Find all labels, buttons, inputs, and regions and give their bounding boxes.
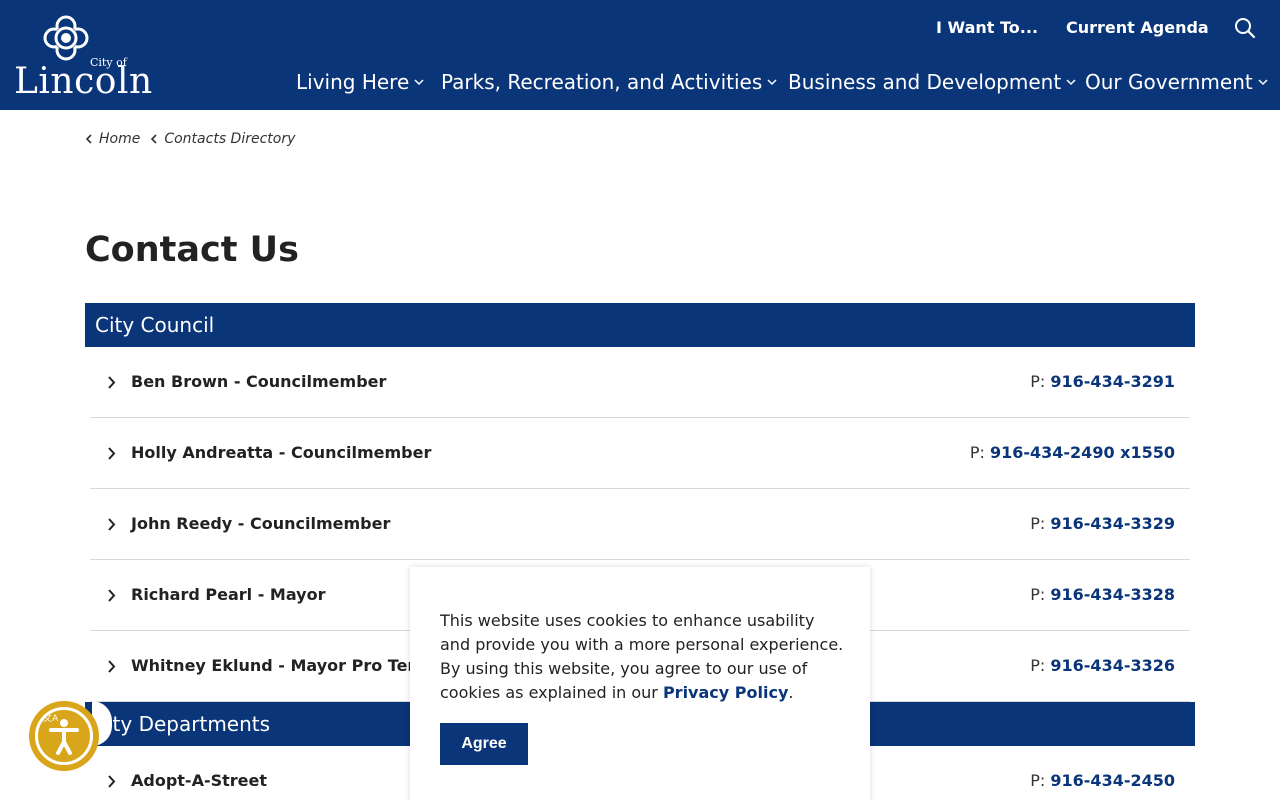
contact-phone: P: 916-434-3329	[1030, 514, 1175, 533]
phone-prefix: P:	[1030, 656, 1051, 675]
svg-text:文A: 文A	[43, 712, 59, 724]
contact-phone: P: 916-434-3328	[1030, 585, 1175, 604]
phone-prefix: P:	[969, 443, 990, 462]
phone-link[interactable]: 916-434-3326	[1050, 656, 1175, 675]
contact-phone: P: 916-434-3326	[1030, 656, 1175, 675]
current-agenda-link[interactable]: Current Agenda	[1066, 18, 1209, 37]
page-title: Contact Us	[85, 230, 299, 270]
phone-link[interactable]: 916-434-2450	[1050, 771, 1175, 790]
site-header: City of Lincoln I Want To... Current Age…	[0, 0, 1280, 110]
chevron-right-icon	[108, 376, 116, 389]
privacy-policy-link[interactable]: Privacy Policy	[663, 683, 788, 702]
cookie-consent-dialog: This website uses cookies to enhance usa…	[410, 567, 870, 800]
cookie-message: This website uses cookies to enhance usa…	[440, 609, 845, 705]
nav-business-development[interactable]: Business and Development	[788, 70, 1076, 94]
phone-prefix: P:	[1030, 585, 1051, 604]
accessibility-icon: 文A	[43, 712, 79, 755]
i-want-to-link[interactable]: I Want To...	[936, 18, 1038, 37]
nav-label: Living Here	[296, 70, 410, 94]
chevron-down-icon	[767, 79, 777, 86]
phone-link[interactable]: 916-434-3329	[1050, 514, 1175, 533]
chevron-right-icon	[108, 589, 116, 602]
nav-parks-recreation[interactable]: Parks, Recreation, and Activities	[441, 70, 777, 94]
nav-label: Our Government	[1085, 70, 1253, 94]
section-header-city-council: City Council	[85, 303, 1195, 347]
phone-link[interactable]: 916-434-2490 x1550	[990, 443, 1175, 462]
agree-button[interactable]: Agree	[440, 723, 528, 765]
phone-prefix: P:	[1030, 514, 1051, 533]
phone-link[interactable]: 916-434-3328	[1050, 585, 1175, 604]
contact-name: Ben Brown - Councilmember	[131, 372, 387, 391]
nav-our-government[interactable]: Our Government	[1085, 70, 1268, 94]
chevron-right-icon	[108, 447, 116, 460]
contact-name: Adopt-A-Street	[131, 771, 268, 790]
breadcrumb-contacts-directory[interactable]: Contacts Directory	[150, 131, 295, 147]
city-logo[interactable]: City of Lincoln	[12, 12, 162, 102]
breadcrumb-home[interactable]: Home	[85, 131, 140, 147]
contact-name: Whitney Eklund - Mayor Pro Tem	[131, 656, 425, 675]
chevron-right-icon	[108, 775, 116, 788]
logo-name: Lincoln	[14, 61, 153, 102]
contact-name: Richard Pearl - Mayor	[131, 585, 326, 604]
contact-phone: P: 916-434-3291	[1030, 372, 1175, 391]
contact-phone: P: 916-434-2450	[1030, 771, 1175, 790]
nav-label: Parks, Recreation, and Activities	[441, 70, 763, 94]
nav-label: Business and Development	[788, 70, 1062, 94]
chevron-down-icon	[1066, 79, 1076, 86]
nav-living-here[interactable]: Living Here	[296, 70, 424, 94]
search-icon	[1235, 18, 1256, 39]
accessibility-button[interactable]: 文A	[29, 701, 99, 771]
chevron-left-icon	[85, 134, 92, 144]
phone-prefix: P:	[1030, 771, 1051, 790]
contact-row[interactable]: John Reedy - Councilmember P: 916-434-33…	[90, 489, 1190, 560]
chevron-right-icon	[108, 518, 116, 531]
chevron-right-icon	[108, 660, 116, 673]
contact-row[interactable]: Ben Brown - Councilmember P: 916-434-329…	[90, 347, 1190, 418]
chevron-down-icon	[1258, 79, 1268, 86]
chevron-left-icon	[151, 134, 157, 144]
contact-name: John Reedy - Councilmember	[131, 514, 391, 533]
breadcrumb: Home Contacts Directory	[85, 131, 295, 147]
breadcrumb-current-label: Contacts Directory	[164, 131, 296, 147]
cookie-text-end: .	[788, 683, 794, 702]
phone-link[interactable]: 916-434-3291	[1050, 372, 1175, 391]
contact-row[interactable]: Holly Andreatta - Councilmember P: 916-4…	[90, 418, 1190, 489]
city-seal-icon	[43, 15, 89, 61]
breadcrumb-home-label: Home	[99, 131, 141, 147]
search-button[interactable]	[1234, 17, 1256, 39]
chevron-down-icon	[414, 79, 424, 86]
phone-prefix: P:	[1030, 372, 1051, 391]
contact-phone: P: 916-434-2490 x1550	[970, 443, 1175, 462]
contact-name: Holly Andreatta - Councilmember	[131, 443, 432, 462]
